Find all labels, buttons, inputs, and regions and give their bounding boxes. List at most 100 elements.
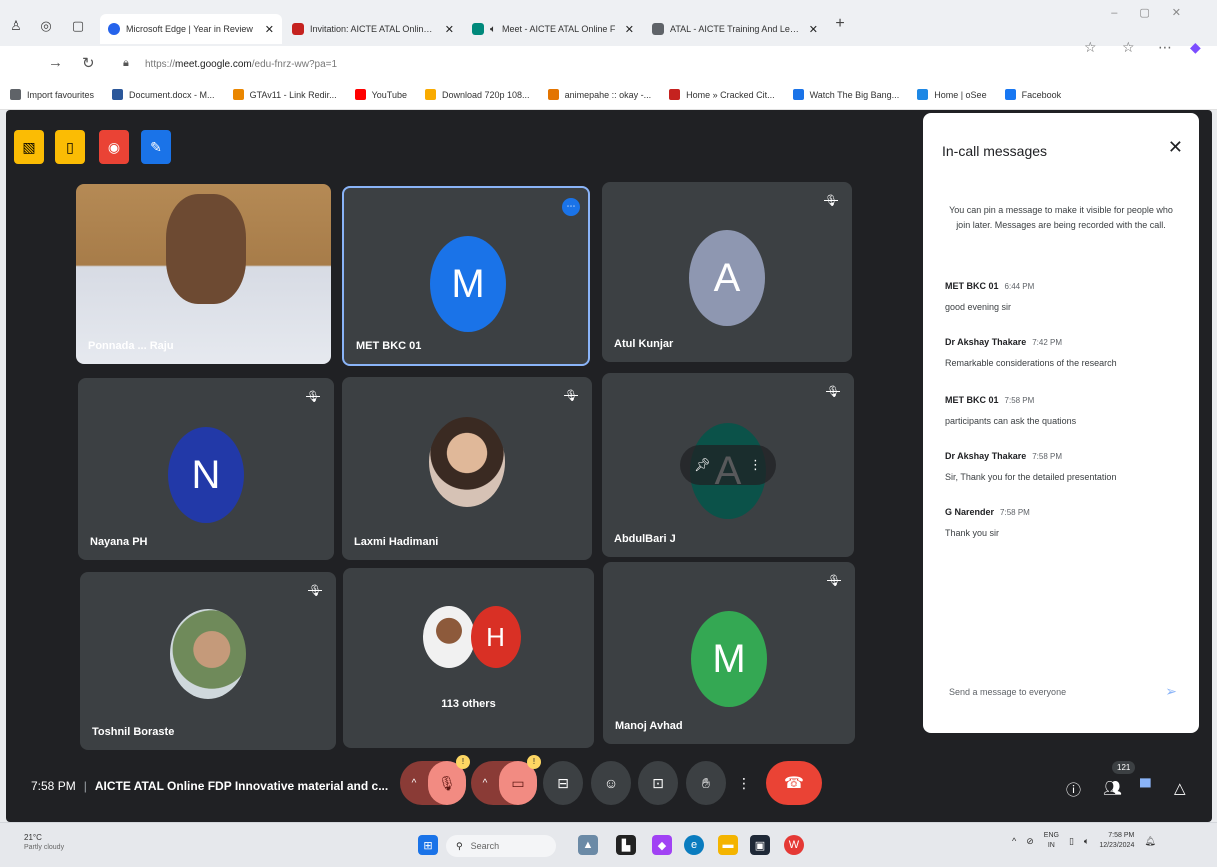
bookmark-item[interactable]: Facebook (1004, 89, 1061, 100)
favourite-star-icon[interactable]: ☆ (1084, 39, 1097, 56)
bookmark-label: Watch The Big Bang... (809, 89, 900, 100)
more-options-icon[interactable]: ⋮ (732, 761, 756, 805)
participant-name: Nayana PH (90, 536, 148, 548)
raise-hand-icon[interactable]: ✋︎ (686, 761, 726, 805)
record-icon[interactable]: ◉ (99, 130, 129, 164)
close-tab-icon[interactable]: ✕ (445, 23, 454, 36)
bookmark-item[interactable]: Document.docx - M... (112, 89, 215, 100)
muted-mic-icon: 🎙︎ (564, 390, 578, 402)
weather-condition: Partly cloudy (24, 844, 65, 851)
bookmark-item[interactable]: Home » Cracked Cit... (669, 89, 775, 100)
participant-tile[interactable]: 🎙︎ Laxmi Hadimani (342, 377, 592, 560)
language-indicator[interactable]: ENG IN (1044, 831, 1059, 851)
close-tab-icon[interactable]: ✕ (265, 23, 274, 36)
participant-tile[interactable]: A 🎙︎ Atul Kunjar (602, 182, 852, 362)
collections-icon[interactable]: ☆ (1122, 39, 1135, 56)
lock-icon[interactable]: 🔒︎ (123, 57, 129, 70)
leave-call-icon[interactable]: ☎︎ (766, 761, 822, 805)
tab-title: Meet - AICTE ATAL Online F (502, 24, 616, 34)
back-icon[interactable]: → (48, 54, 63, 71)
participant-tile[interactable]: N 🎙︎ Nayana PH (78, 378, 334, 560)
captions-icon[interactable]: ⊟ (543, 761, 583, 805)
close-tab-icon[interactable]: ✕ (625, 23, 634, 36)
bookmark-item[interactable]: Watch The Big Bang... (792, 89, 900, 100)
refresh-icon[interactable]: ↻ (82, 54, 95, 72)
participant-tile[interactable]: A🎙︎📌︎⋮AbdulBari J (602, 373, 854, 557)
chat-message: Dr Akshay Thakare 7:42 PM Remarkable consi… (945, 337, 1117, 368)
file-explorer-icon[interactable]: ▬ (718, 835, 738, 855)
clock[interactable]: 7:58 PM 12/23/2024 (1099, 831, 1134, 851)
close-icon[interactable]: ✕ (1168, 137, 1183, 158)
more-options-icon[interactable]: ⋮ (749, 457, 762, 473)
notification-bell-icon[interactable]: 🔔︎ (1144, 836, 1155, 847)
bookmark-item[interactable]: animepahe :: okay -... (547, 89, 651, 100)
copilot-icon[interactable]: ◆ (1190, 39, 1201, 56)
participant-name: Manoj Avhad (615, 720, 683, 732)
participant-name: Ponnada ... Raju (88, 340, 174, 352)
widgets-icon[interactable]: ▲ (578, 835, 598, 855)
people-icon[interactable]: 👥︎ (1103, 779, 1122, 797)
tab-atal[interactable]: ATAL - AICTE Training And Learn ✕ (644, 14, 826, 44)
activities-icon[interactable]: △ (1174, 779, 1186, 797)
participant-tile[interactable]: H 113 others (343, 568, 594, 748)
message-input[interactable]: Send a message to everyone (949, 687, 1066, 697)
volume-icon[interactable]: 🔈︎ (1084, 836, 1089, 847)
edge-taskbar-icon[interactable]: e (684, 835, 704, 855)
profile-icon[interactable]: ♙ (8, 18, 24, 34)
copilot-taskbar-icon[interactable]: ◆ (652, 835, 672, 855)
task-view-icon[interactable]: ▙ (616, 835, 636, 855)
bookmark-item[interactable]: Download 720p 108... (424, 89, 530, 100)
workspaces-icon[interactable]: ◎ (38, 18, 54, 34)
url-field[interactable]: https://meet.google.com/edu-fnrz-ww?pa=1 (145, 59, 337, 70)
window-controls[interactable]: –▢✕ (1111, 6, 1203, 19)
taskbar-search[interactable]: ⚲ Search (446, 835, 556, 857)
emoji-icon[interactable]: ☺ (591, 761, 631, 805)
bookmark-item[interactable]: Home | oSee (917, 89, 987, 100)
windows-taskbar: 21°C Partly cloudy ⊞ ⚲ Search ▲ ▙ ◆ e ▬ ▣… (0, 822, 1217, 867)
participant-name: Atul Kunjar (614, 338, 674, 350)
chat-title: In-call messages (942, 143, 1048, 159)
muted-mic-icon: 🎙︎ (824, 195, 838, 207)
door-icon[interactable]: ▯ (55, 130, 85, 164)
camera-options-chevron-icon[interactable]: ^ (471, 778, 499, 789)
participant-tile[interactable]: M ⋯ MET BKC 01 (342, 186, 590, 366)
more-menu-icon[interactable]: ⋯ (1158, 39, 1172, 56)
bookmark-icon (112, 89, 124, 100)
mic-options-chevron-icon[interactable]: ^ (400, 778, 428, 789)
meet-area: ▧ ▯ ◉ ✎ Ponnada ... Raju M ⋯ MET BKC 01 A 🎙︎ A… (6, 110, 1212, 822)
start-icon[interactable]: ⊞ (418, 835, 438, 855)
participant-tile[interactable]: 🎙︎ Toshnil Boraste (80, 572, 336, 750)
chat-icon[interactable]: ▀ (1140, 779, 1151, 796)
edit-icon[interactable]: ✎ (141, 130, 171, 164)
bookmark-item[interactable]: Import favourites (10, 89, 94, 100)
bookmark-icon (547, 89, 559, 100)
network-icon[interactable]: ▯ (1069, 836, 1074, 847)
bookmark-item[interactable]: YouTube (354, 89, 407, 100)
participant-count-badge: 121 (1112, 761, 1136, 774)
participant-tile[interactable]: M 🎙︎ Manoj Avhad (603, 562, 855, 744)
more-options-icon[interactable]: ⋯ (562, 198, 580, 216)
bookmark-item[interactable]: GTAv11 - Link Redir... (232, 89, 337, 100)
search-icon: ⚲ (456, 840, 463, 851)
bookmark-icon (669, 89, 681, 100)
participant-avatar: H (470, 606, 521, 668)
participant-name: Toshnil Boraste (92, 726, 175, 738)
vpn-icon[interactable]: ⊘ (1026, 836, 1034, 847)
wps-icon[interactable]: W (784, 835, 804, 855)
present-icon[interactable]: ⊡ (638, 761, 678, 805)
chevron-up-icon[interactable]: ^ (1012, 836, 1016, 846)
send-icon[interactable]: ➢ (1165, 683, 1177, 700)
tab-meet[interactable]: 🔈︎ Meet - AICTE ATAL Online F ✕ (464, 14, 642, 44)
tab-edge-year-review[interactable]: Microsoft Edge | Year in Review ✕ (100, 14, 282, 44)
close-tab-icon[interactable]: ✕ (809, 23, 818, 36)
new-tab-icon[interactable]: + (832, 16, 848, 32)
store-icon[interactable]: ▣ (750, 835, 770, 855)
pin-icon[interactable]: 📌︎ (694, 457, 711, 473)
weather-widget[interactable]: 21°C Partly cloudy (24, 833, 64, 851)
tab-actions-icon[interactable]: ▢ (70, 18, 86, 34)
meeting-details-icon[interactable]: ⓘ (1066, 779, 1081, 800)
tab-invitation[interactable]: Invitation: AICTE ATAL Online FDP ✕ (284, 14, 462, 44)
participant-tile[interactable]: Ponnada ... Raju (76, 184, 331, 364)
atal-icon (652, 23, 664, 35)
whiteboard-icon[interactable]: ▧ (14, 130, 44, 164)
